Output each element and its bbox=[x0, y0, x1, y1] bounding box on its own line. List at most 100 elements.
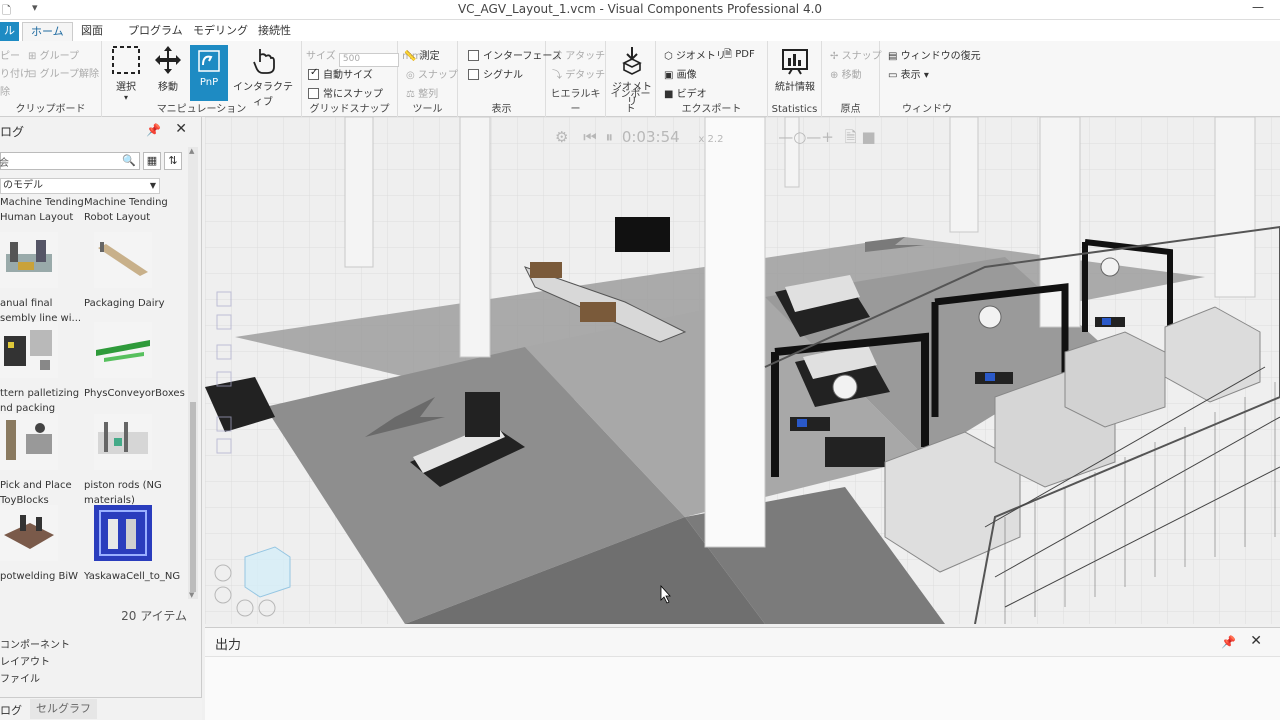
detach-button[interactable]: ⤵ デタッチ bbox=[552, 66, 605, 81]
record-video-icon[interactable]: ■ bbox=[862, 128, 876, 146]
list-item[interactable]: piston rods (NG materials) bbox=[84, 414, 174, 508]
catalog-title: ログ bbox=[0, 125, 25, 139]
close-icon[interactable]: ✕ bbox=[175, 121, 187, 137]
grid-snap-group-label: グリッドスナップ bbox=[309, 104, 390, 115]
hierarchy-group-label: ヒエラルキー bbox=[550, 89, 601, 115]
settings-gear-icon[interactable]: ⚙ bbox=[555, 128, 568, 146]
origin-snap-button[interactable]: ✢ スナップ bbox=[830, 47, 882, 62]
tab-modeling[interactable]: モデリング bbox=[185, 22, 256, 41]
3d-viewport[interactable]: ⚙ ⏮ ⏸ 0:03:54 x 2.2 —○—+ 🗎 ■ bbox=[205, 117, 1280, 624]
clipboard-group: ピー り付け 除 ⊞ グループ ⊟ グループ解除 クリップボード bbox=[0, 41, 102, 117]
list-item[interactable]: anual final sembly line wi... bbox=[0, 232, 90, 326]
close-icon[interactable]: ✕ bbox=[1250, 633, 1262, 649]
origin-snap-icon: ✢ bbox=[830, 51, 839, 62]
scene-render bbox=[205, 117, 1280, 624]
origin-move-button[interactable]: ⊕ 移動 bbox=[830, 66, 862, 81]
source-components[interactable]: コンポーネント bbox=[0, 637, 70, 654]
group-button[interactable]: ⊞ グループ bbox=[28, 47, 79, 62]
ungroup-button[interactable]: ⊟ グループ解除 bbox=[28, 65, 99, 80]
interactive-button[interactable]: インタラクティブ bbox=[232, 45, 294, 108]
move-button[interactable]: 移動 bbox=[148, 45, 188, 93]
window-display-button[interactable]: ▭ 表示 ▾ bbox=[888, 66, 929, 81]
signal-checkbox[interactable]: シグナル bbox=[468, 66, 523, 81]
scroll-down-icon[interactable]: ▼ bbox=[189, 591, 194, 599]
source-files[interactable]: ファイル bbox=[0, 671, 70, 688]
always-snap-checkbox[interactable]: 常にスナップ bbox=[308, 85, 383, 100]
tab-home[interactable]: ホーム bbox=[22, 22, 73, 41]
speed-slider[interactable]: —○—+ bbox=[778, 128, 834, 146]
scroll-up-icon[interactable]: ▲ bbox=[189, 147, 194, 155]
align-button[interactable]: ⚖ 整列 bbox=[406, 85, 438, 100]
tools-group: 📏 測定 ◎ スナップ ⚖ 整列 ツール bbox=[398, 41, 458, 117]
select-button[interactable]: 選択 ▾ bbox=[106, 45, 146, 102]
origin-group-label: 原点 bbox=[840, 104, 861, 115]
pause-icon[interactable]: ⏸ bbox=[606, 128, 614, 146]
app-window: 🗋 ▾ VC_AGV_Layout_1.vcm - Visual Compone… bbox=[0, 0, 1280, 720]
ungroup-icon: ⊟ bbox=[28, 69, 37, 80]
catalog-filter-dropdown[interactable]: のモデル ▼ bbox=[0, 178, 160, 194]
tab-program[interactable]: プログラム bbox=[120, 22, 191, 41]
export-video-button[interactable]: ■ ビデオ bbox=[664, 85, 707, 100]
list-item[interactable]: potwelding BiW bbox=[0, 505, 90, 584]
catalog-search-input[interactable]: 会 🔍 bbox=[0, 152, 140, 170]
snap-icon: ◎ bbox=[406, 70, 415, 81]
auto-size-checkbox[interactable]: 自動サイズ bbox=[308, 66, 373, 81]
tab-cell-graph[interactable]: セルグラフ bbox=[30, 699, 97, 719]
catalog-scrollbar[interactable]: ▲ ▼ bbox=[188, 147, 198, 599]
copy-button[interactable]: ピー bbox=[0, 47, 20, 62]
tab-file[interactable]: ル bbox=[0, 22, 19, 41]
export-image-button[interactable]: ▣ 画像 bbox=[664, 66, 697, 81]
list-item[interactable]: PhysConveyorBoxes bbox=[84, 322, 185, 401]
pdf-icon: 🗎 bbox=[724, 49, 733, 60]
move-arrows-icon bbox=[152, 45, 184, 75]
list-item[interactable]: YaskawaCell_to_NG bbox=[84, 505, 180, 584]
model-thumbnail bbox=[0, 414, 58, 470]
catalog-sources: コンポーネント レイアウト ファイル bbox=[0, 637, 70, 688]
list-item[interactable]: ttern palletizing nd packing bbox=[0, 322, 90, 416]
import-group-label: インポート bbox=[610, 89, 651, 115]
list-item[interactable]: Pick and Place ToyBlocks bbox=[0, 414, 90, 508]
origin-move-icon: ⊕ bbox=[830, 70, 839, 81]
model-thumbnail bbox=[94, 414, 152, 470]
grid-view-icon[interactable]: ▦ bbox=[143, 152, 161, 170]
scrollbar-thumb[interactable] bbox=[190, 402, 196, 592]
tools-snap-button[interactable]: ◎ スナップ bbox=[406, 66, 458, 81]
pdf-export-icon[interactable]: 🗎 bbox=[845, 128, 857, 146]
grid-snap-group: サイズ 500 mm 自動サイズ 常にスナップ グリッドスナップ bbox=[302, 41, 422, 117]
measure-button[interactable]: 📏 測定 bbox=[404, 47, 440, 62]
tab-drawing[interactable]: 図面 bbox=[73, 22, 111, 41]
output-log bbox=[205, 656, 1280, 720]
clipboard-group-label: クリップボード bbox=[15, 104, 86, 115]
export-pdf-button[interactable]: 🗎 PDF bbox=[724, 47, 755, 64]
delete-button[interactable]: 除 bbox=[0, 83, 10, 98]
group-icon: ⊞ bbox=[28, 51, 37, 62]
import-group: ジオメトリ インポート bbox=[606, 41, 656, 117]
export-group-label: エクスポート bbox=[681, 104, 742, 115]
grid-size-input[interactable]: 500 bbox=[338, 53, 399, 67]
window-icon: ▤ bbox=[888, 51, 898, 62]
list-item[interactable]: Machine Tending Robot Layout bbox=[84, 195, 174, 225]
attach-icon: ⤴ bbox=[552, 51, 562, 62]
minimize-button[interactable]: — bbox=[1252, 0, 1264, 14]
paste-button[interactable]: り付け bbox=[0, 65, 30, 80]
manipulation-group-label: マニピュレーション bbox=[156, 104, 247, 115]
export-geometry-button[interactable]: ⬡ ジオメトリ bbox=[664, 47, 726, 62]
search-icon[interactable]: 🔍 bbox=[122, 154, 136, 167]
pin-icon[interactable]: 📌 bbox=[146, 123, 161, 137]
detach-icon: ⤵ bbox=[552, 70, 562, 81]
statistics-button[interactable]: 統計情報 bbox=[772, 45, 818, 93]
attach-button[interactable]: ⤴ アタッチ bbox=[552, 47, 605, 62]
pin-icon[interactable]: 📌 bbox=[1221, 635, 1236, 649]
tab-connectivity[interactable]: 接続性 bbox=[250, 22, 299, 41]
output-panel: 出力 📌 ✕ bbox=[205, 627, 1280, 720]
sort-icon[interactable]: ⇅ bbox=[164, 152, 182, 170]
window-title: VC_AGV_Layout_1.vcm - Visual Components … bbox=[457, 2, 823, 16]
pnp-button[interactable]: PnP bbox=[190, 45, 228, 101]
restore-window-button[interactable]: ▤ ウィンドウの復元 bbox=[888, 47, 981, 62]
rewind-icon[interactable]: ⏮ bbox=[583, 128, 597, 146]
source-layouts[interactable]: レイアウト bbox=[0, 654, 70, 671]
list-item[interactable]: Packaging Dairy bbox=[84, 232, 174, 311]
list-item[interactable]: Machine Tending Human Layout bbox=[0, 195, 90, 225]
model-thumbnail bbox=[94, 322, 152, 378]
tab-catalog[interactable]: ログ bbox=[0, 702, 22, 718]
